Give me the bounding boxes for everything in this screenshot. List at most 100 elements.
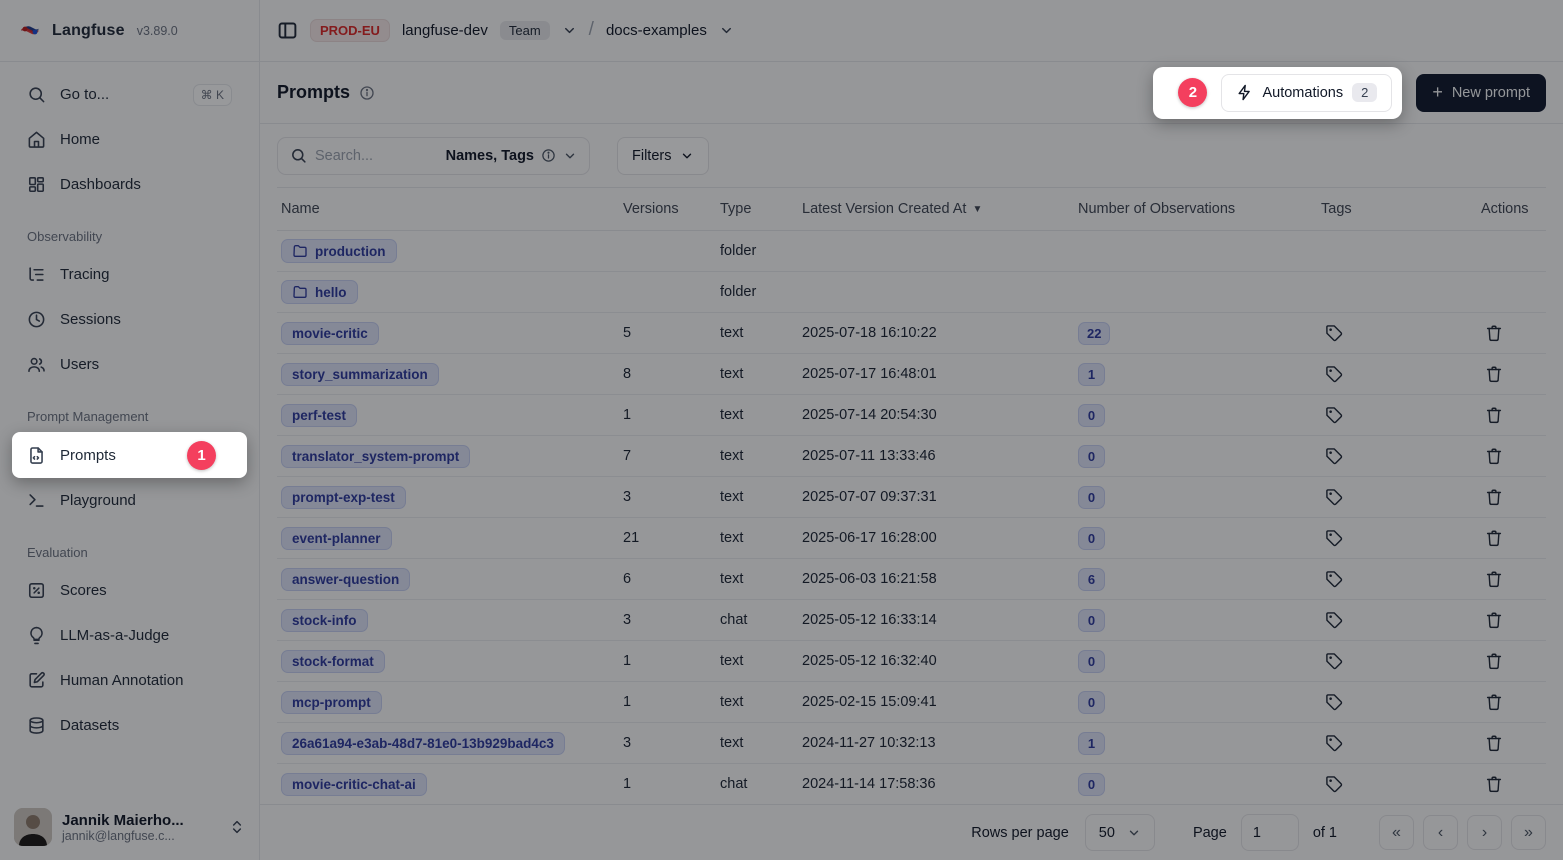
- delete-button[interactable]: [1481, 689, 1507, 715]
- prompt-name-badge[interactable]: stock-format: [281, 650, 385, 673]
- prev-page-button[interactable]: ‹: [1423, 815, 1458, 850]
- automations-button[interactable]: Automations 2: [1221, 74, 1392, 112]
- cell-actions: [1477, 443, 1546, 469]
- table-row[interactable]: answer-question6text2025-06-03 16:21:586: [277, 559, 1546, 600]
- prompt-name-badge[interactable]: stock-info: [281, 609, 368, 632]
- delete-button[interactable]: [1481, 771, 1507, 797]
- project-name[interactable]: docs-examples: [606, 22, 707, 39]
- tag-button[interactable]: [1321, 402, 1347, 428]
- sidebar-item-goto[interactable]: Go to... ⌘ K: [12, 72, 247, 117]
- delete-button[interactable]: [1481, 484, 1507, 510]
- table-row[interactable]: movie-critic5text2025-07-18 16:10:2222: [277, 313, 1546, 354]
- sidebar-item-scores[interactable]: Scores: [12, 568, 247, 613]
- tag-button[interactable]: [1321, 443, 1347, 469]
- delete-button[interactable]: [1481, 648, 1507, 674]
- delete-button[interactable]: [1481, 361, 1507, 387]
- new-prompt-button[interactable]: + New prompt: [1416, 74, 1546, 112]
- page-number-input[interactable]: [1241, 814, 1299, 851]
- column-header-created[interactable]: Latest Version Created At ▼: [798, 201, 1074, 217]
- environment-badge[interactable]: PROD-EU: [310, 19, 390, 42]
- prompt-name-badge[interactable]: story_summarization: [281, 363, 439, 386]
- prompt-name-badge[interactable]: mcp-prompt: [281, 691, 382, 714]
- cell-versions: 8: [619, 366, 716, 382]
- prompt-name-badge[interactable]: answer-question: [281, 568, 410, 591]
- prompt-name-badge[interactable]: perf-test: [281, 404, 357, 427]
- prompt-name-badge[interactable]: hello: [281, 280, 358, 304]
- delete-button[interactable]: [1481, 730, 1507, 756]
- delete-button[interactable]: [1481, 525, 1507, 551]
- cell-name: stock-info: [277, 609, 619, 632]
- column-header-versions[interactable]: Versions: [619, 201, 716, 217]
- rows-per-page-select[interactable]: 50: [1085, 814, 1155, 851]
- sidebar-item-tracing[interactable]: Tracing: [12, 252, 247, 297]
- search-input[interactable]: [315, 148, 438, 164]
- tag-button[interactable]: [1321, 607, 1347, 633]
- sidebar-item-prompts[interactable]: Prompts 1: [12, 432, 247, 478]
- delete-button[interactable]: [1481, 320, 1507, 346]
- user-menu[interactable]: Jannik Maierho... jannik@langfuse.c...: [0, 796, 259, 860]
- project-chevron-down-icon[interactable]: [719, 23, 734, 38]
- search-box: Names, Tags: [277, 137, 590, 175]
- tag-button[interactable]: [1321, 484, 1347, 510]
- delete-button[interactable]: [1481, 443, 1507, 469]
- table-row[interactable]: 26a61a94-e3ab-48d7-81e0-13b929bad4c33tex…: [277, 723, 1546, 764]
- tag-button[interactable]: [1321, 566, 1347, 592]
- last-page-button[interactable]: »: [1511, 815, 1546, 850]
- table-row[interactable]: translator_system-prompt7text2025-07-11 …: [277, 436, 1546, 477]
- prompt-name-badge[interactable]: prompt-exp-test: [281, 486, 406, 509]
- sidebar-toggle-icon[interactable]: [277, 20, 298, 41]
- sidebar-item-playground[interactable]: Playground: [12, 478, 247, 523]
- column-header-type[interactable]: Type: [716, 201, 798, 217]
- table-row[interactable]: stock-format1text2025-05-12 16:32:400: [277, 641, 1546, 682]
- table-row[interactable]: mcp-prompt1text2025-02-15 15:09:410: [277, 682, 1546, 723]
- table-row[interactable]: movie-critic-chat-ai1chat2024-11-14 17:5…: [277, 764, 1546, 804]
- table-row[interactable]: hellofolder: [277, 272, 1546, 313]
- table-row[interactable]: prompt-exp-test3text2025-07-07 09:37:310: [277, 477, 1546, 518]
- filters-button[interactable]: Filters: [617, 137, 709, 175]
- delete-button[interactable]: [1481, 402, 1507, 428]
- prompt-name-badge[interactable]: event-planner: [281, 527, 392, 550]
- prompt-name: mcp-prompt: [292, 695, 371, 710]
- prompt-name-badge[interactable]: movie-critic-chat-ai: [281, 773, 427, 796]
- users-label: Users: [60, 356, 99, 373]
- prompt-name-badge[interactable]: translator_system-prompt: [281, 445, 470, 468]
- org-name[interactable]: langfuse-dev: [402, 22, 488, 39]
- tag-button[interactable]: [1321, 771, 1347, 797]
- sidebar-item-users[interactable]: Users: [12, 342, 247, 387]
- sidebar-item-human-annotation[interactable]: Human Annotation: [12, 658, 247, 703]
- tag-button[interactable]: [1321, 689, 1347, 715]
- table-row[interactable]: perf-test1text2025-07-14 20:54:300: [277, 395, 1546, 436]
- table-row[interactable]: event-planner21text2025-06-17 16:28:000: [277, 518, 1546, 559]
- table-row[interactable]: story_summarization8text2025-07-17 16:48…: [277, 354, 1546, 395]
- prompt-name-badge[interactable]: 26a61a94-e3ab-48d7-81e0-13b929bad4c3: [281, 732, 565, 755]
- table-row[interactable]: stock-info3chat2025-05-12 16:33:140: [277, 600, 1546, 641]
- tag-button[interactable]: [1321, 730, 1347, 756]
- info-icon[interactable]: [359, 85, 375, 101]
- cell-created-at: 2025-07-14 20:54:30: [798, 407, 1074, 423]
- column-header-observations[interactable]: Number of Observations: [1074, 201, 1317, 217]
- next-page-button[interactable]: ›: [1467, 815, 1502, 850]
- delete-button[interactable]: [1481, 566, 1507, 592]
- sidebar-item-sessions[interactable]: Sessions: [12, 297, 247, 342]
- tag-button[interactable]: [1321, 648, 1347, 674]
- tag-button[interactable]: [1321, 361, 1347, 387]
- tag-icon: [1325, 365, 1343, 383]
- column-header-name[interactable]: Name: [277, 201, 619, 217]
- org-chevron-down-icon[interactable]: [562, 23, 577, 38]
- search-scope-selector[interactable]: Names, Tags: [446, 148, 577, 164]
- sidebar-item-home[interactable]: Home: [12, 117, 247, 162]
- table-row[interactable]: productionfolder: [277, 231, 1546, 272]
- delete-button[interactable]: [1481, 607, 1507, 633]
- column-header-tags[interactable]: Tags: [1317, 201, 1477, 217]
- sidebar-item-llm-judge[interactable]: LLM-as-a-Judge: [12, 613, 247, 658]
- tag-button[interactable]: [1321, 320, 1347, 346]
- first-page-button[interactable]: «: [1379, 815, 1414, 850]
- sidebar-item-datasets[interactable]: Datasets: [12, 703, 247, 748]
- prompt-name-badge[interactable]: production: [281, 239, 397, 263]
- prompt-name-badge[interactable]: movie-critic: [281, 322, 379, 345]
- user-email: jannik@langfuse.c...: [62, 829, 184, 843]
- sidebar: Langfuse v3.89.0 Go to... ⌘ K Home: [0, 0, 260, 860]
- cell-actions: [1477, 730, 1546, 756]
- tag-button[interactable]: [1321, 525, 1347, 551]
- sidebar-item-dashboards[interactable]: Dashboards: [12, 162, 247, 207]
